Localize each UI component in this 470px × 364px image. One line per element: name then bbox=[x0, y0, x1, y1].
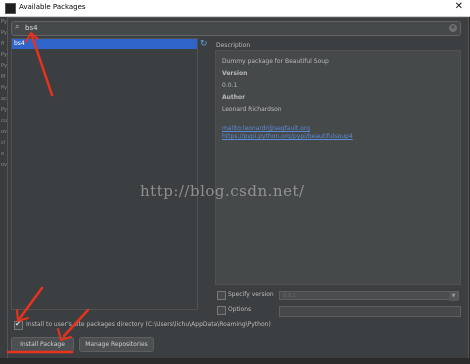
strip-text: ac bbox=[1, 96, 7, 102]
clear-search-icon[interactable]: × bbox=[449, 24, 457, 32]
strip-text: cu bbox=[1, 118, 7, 124]
strip-text: Py bbox=[1, 85, 7, 91]
options-checkbox[interactable] bbox=[217, 306, 226, 315]
background-ide-strip: Py Py fl Py Py M Py ac Py cu ov cl o ov bbox=[0, 17, 7, 364]
author-value: Leonard Richardson bbox=[222, 106, 282, 113]
strip-text: M bbox=[1, 74, 6, 80]
strip-text: Py bbox=[1, 107, 7, 113]
close-icon[interactable]: ✕ bbox=[455, 1, 463, 12]
strip-text: ov bbox=[1, 129, 7, 135]
strip-text: o bbox=[1, 151, 5, 157]
package-list: bs4 bbox=[11, 38, 198, 310]
app-icon bbox=[5, 3, 16, 14]
strip-text: cl bbox=[1, 140, 6, 146]
description-label: Description bbox=[216, 42, 251, 49]
search-input[interactable]: bs4 bbox=[25, 24, 38, 32]
description-panel: Dummy package for Beautiful Soup Version… bbox=[215, 50, 461, 285]
title-bar: Available Packages ✕ bbox=[0, 0, 470, 17]
options-input[interactable] bbox=[279, 306, 461, 317]
install-package-button[interactable]: Install Package bbox=[11, 337, 74, 352]
strip-text: fl bbox=[1, 41, 5, 47]
chevron-down-icon: ▼ bbox=[449, 292, 458, 301]
search-field[interactable]: ⌕ bs4 × bbox=[11, 21, 461, 36]
options-label: Options bbox=[228, 306, 252, 313]
window-title: Available Packages bbox=[19, 3, 86, 11]
version-select-value: 0.0.1 bbox=[283, 293, 296, 299]
background-status-strip bbox=[0, 358, 470, 364]
package-summary: Dummy package for Beautiful Soup bbox=[222, 58, 329, 65]
version-heading: Version bbox=[222, 70, 248, 77]
strip-text: ov bbox=[1, 162, 7, 168]
package-list-item[interactable]: bs4 bbox=[12, 39, 197, 49]
install-to-user-label: Install to user's site packages director… bbox=[26, 321, 271, 328]
version-value: 0.0.1 bbox=[222, 82, 238, 89]
email-link[interactable]: mailto:leonardr@segfault.org bbox=[222, 125, 310, 132]
install-to-user-checkbox[interactable] bbox=[14, 320, 23, 330]
specify-version-checkbox[interactable] bbox=[217, 291, 226, 300]
search-icon: ⌕ bbox=[15, 22, 20, 31]
strip-text: Py bbox=[1, 63, 7, 69]
strip-text: Py bbox=[1, 19, 7, 25]
author-heading: Author bbox=[222, 94, 246, 101]
strip-text: Py bbox=[1, 30, 7, 36]
strip-text: Py bbox=[1, 52, 7, 58]
watermark-text: http://blog.csdn.net/ bbox=[140, 182, 305, 200]
specify-version-label: Specify version bbox=[228, 291, 274, 298]
version-select[interactable]: 0.0.1 ▼ bbox=[279, 291, 459, 301]
pypi-link[interactable]: https://pypi.python.org/pypi/beautifulso… bbox=[222, 133, 353, 140]
manage-repositories-button[interactable]: Manage Repositories bbox=[79, 337, 154, 352]
refresh-icon[interactable]: ↻ bbox=[200, 39, 208, 49]
